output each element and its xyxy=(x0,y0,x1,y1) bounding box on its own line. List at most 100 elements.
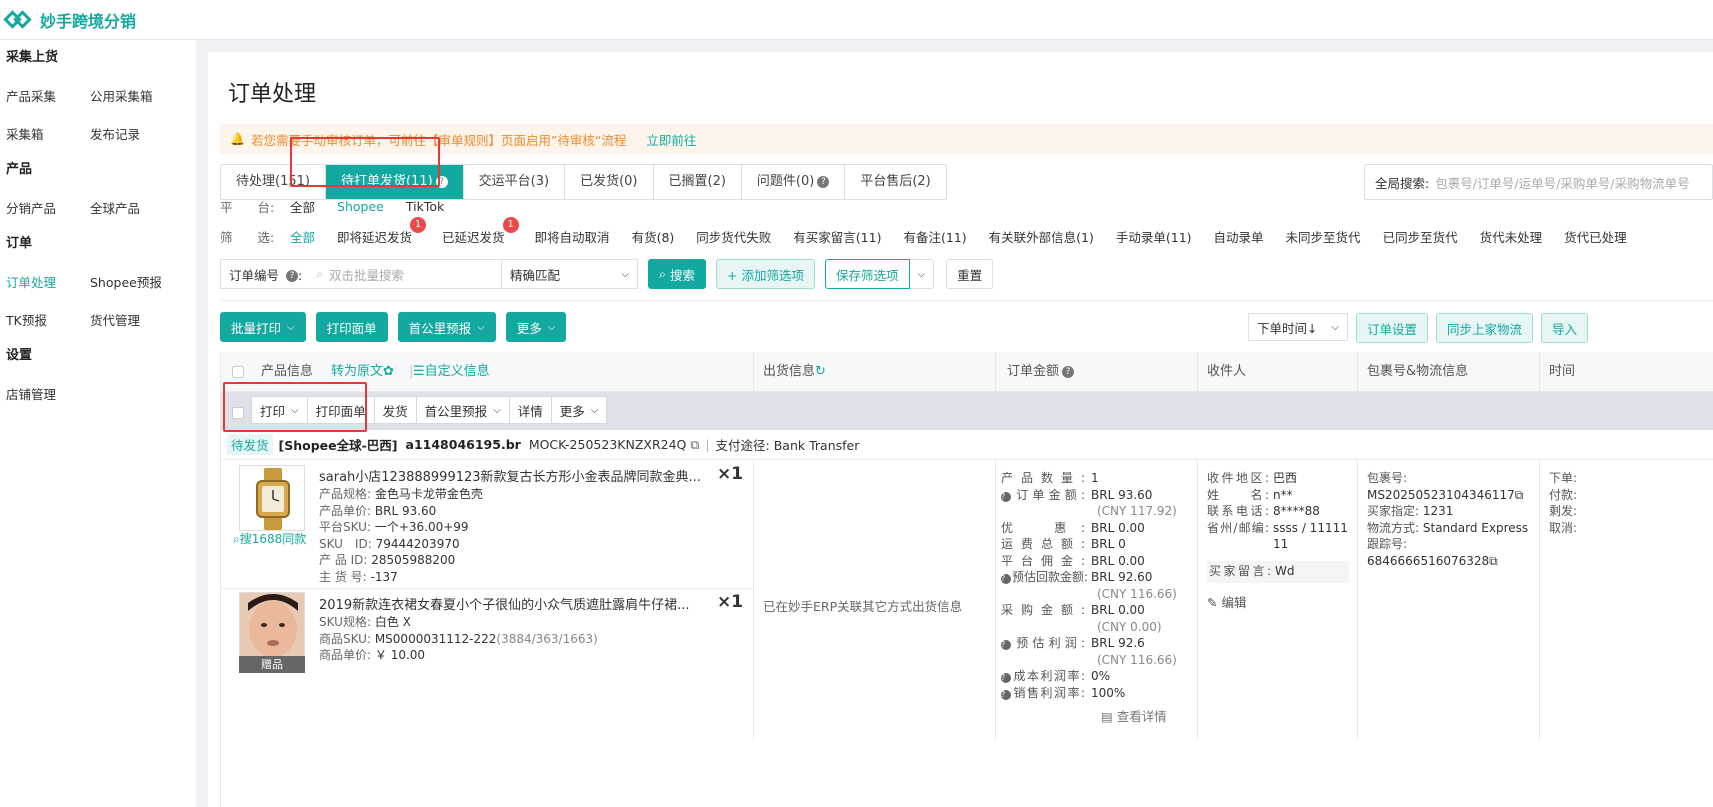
filter-option[interactable]: 自动录单 xyxy=(1214,227,1264,246)
column-separator xyxy=(1197,352,1198,392)
attribute-row: 主 货 号: -137 xyxy=(319,569,483,586)
help-icon: ? xyxy=(1062,365,1075,378)
sidebar-item[interactable]: 店铺管理 xyxy=(6,384,90,403)
reset-button[interactable]: 重置 xyxy=(946,259,994,289)
attribute-row: 商品单价: ￥ 10.00 xyxy=(319,647,598,664)
tracking-label: 跟踪号: xyxy=(1367,537,1408,551)
tab-4[interactable]: 已搁置(2) xyxy=(654,165,742,199)
save-filter-button[interactable]: 保存筛选项 xyxy=(824,259,910,289)
platform-option[interactable]: Shopee xyxy=(337,199,384,214)
receiver-row: 收件地区: 巴西 xyxy=(1207,470,1349,487)
search-1688-link[interactable]: ⌕搜1688同款 xyxy=(233,530,306,547)
screen-filter: 筛 选: 全部 即将延迟发货 1 已延迟发货 1 即将自动取消 有货(8) 同步货代失败 有买家留… xyxy=(220,217,1649,246)
tracking-number-value: 6846666516076328 xyxy=(1367,553,1490,568)
chevron-down-icon: ⌵ xyxy=(547,321,556,333)
search-button[interactable]: ⌕ 搜索 xyxy=(648,259,707,289)
view-detail-link[interactable]: ▤ 查看详情 xyxy=(1101,706,1167,725)
copy-icon[interactable]: ⧉ xyxy=(1489,554,1498,568)
checkbox[interactable] xyxy=(232,365,244,378)
sidebar-item[interactable]: 发布记录 xyxy=(90,124,190,143)
amount-value: 100% xyxy=(1091,685,1126,700)
filter-option-label: 已延迟发货 xyxy=(442,230,505,245)
filter-option[interactable]: 有货(8) xyxy=(632,227,675,246)
product-title[interactable]: sarah小店123888999123新款复古长方形小金表品牌同款金典... xyxy=(319,466,701,485)
search-icon: ⌕ xyxy=(316,266,323,281)
copy-icon[interactable]: ⧉ xyxy=(690,437,699,453)
filter-option[interactable]: 已同步至货代 xyxy=(1383,227,1458,246)
attribute-value: MS0000031112-222 xyxy=(374,631,497,646)
sidebar-item[interactable]: TK预报 xyxy=(6,310,90,329)
sidebar-item[interactable]: 全球产品 xyxy=(90,198,190,217)
import-button[interactable]: 导入 xyxy=(1541,313,1589,343)
tab-2[interactable]: 交运平台(3) xyxy=(464,165,566,199)
tab-6[interactable]: 平台售后(2) xyxy=(845,165,945,199)
platform-option[interactable]: 全部 xyxy=(290,197,315,216)
sidebar-item[interactable]: 货代管理 xyxy=(90,310,190,329)
filter-option[interactable]: 即将延迟发货 1 xyxy=(337,217,427,246)
sub-action-button[interactable]: 发货 xyxy=(373,396,416,424)
copy-icon[interactable]: ⧉ xyxy=(1515,488,1524,502)
filter-option-label: 已同步至货代 xyxy=(1382,230,1458,245)
package-code: MOCK-250523KNZXR24Q xyxy=(528,437,687,452)
filter-option[interactable]: 有买家留言(11) xyxy=(793,227,881,246)
filter-option[interactable]: 有备注(11) xyxy=(903,227,966,246)
product-thumbnail-watch[interactable] xyxy=(239,465,305,531)
add-filter-button[interactable]: + 添加筛选项 xyxy=(716,259,815,289)
sub-action-button[interactable]: 更多 ⌵ xyxy=(550,396,608,424)
tab-label: 已发货(0) xyxy=(580,174,638,189)
row-separator xyxy=(221,588,753,589)
sidebar-item[interactable]: Shopee预报 xyxy=(90,272,190,291)
sidebar-item[interactable]: 产品采集 xyxy=(6,86,90,105)
filter-option[interactable]: 即将自动取消 xyxy=(535,227,610,246)
receiver-key xyxy=(1207,536,1273,553)
view-detail-label: 查看详情 xyxy=(1116,709,1167,724)
sort-value: 下单时间↓ xyxy=(1257,320,1318,336)
edit-button[interactable]: ✎ 编辑 xyxy=(1207,595,1349,612)
first-mile-button[interactable]: 首公里预报 ⌵ xyxy=(397,312,496,342)
sidebar-item[interactable]: 公用采集箱 xyxy=(90,86,190,105)
filter-option[interactable]: 已延迟发货 1 xyxy=(442,217,519,246)
product-thumbnail-dress[interactable] xyxy=(239,592,305,658)
sidebar: 采集上货 产品采集 公用采集箱 采集箱 发布记录 产品 分销产品 全球产品 订单 订单处理 Shop… xyxy=(0,40,196,807)
tab-5[interactable]: 问题件(0)? xyxy=(742,165,846,199)
sub-action-button[interactable]: 详情 xyxy=(508,396,551,424)
order-settings-button[interactable]: 订单设置 xyxy=(1356,313,1429,343)
search-icon: ⌕ xyxy=(659,266,667,281)
platform-option[interactable]: TikTok xyxy=(406,199,444,214)
sidebar-item[interactable]: 订单处理 xyxy=(6,272,90,291)
attribute-value: ￥ 10.00 xyxy=(374,648,426,662)
shop-name: [Shopee全球-巴西] xyxy=(278,438,398,453)
app-name: 妙手跨境分销 xyxy=(40,11,137,31)
sub-action-button[interactable]: 首公里预报 ⌵ xyxy=(415,396,509,424)
filter-option[interactable]: 同步货代失败 xyxy=(696,227,771,246)
sidebar-group-title: 采集上货 xyxy=(6,50,59,65)
product-title[interactable]: 2019新款连衣裙女春夏小个子很仙的小众气质遮肚露肩牛仔裙... xyxy=(319,594,689,613)
amount-key-text: 销售利润率: xyxy=(1012,685,1085,700)
filter-option[interactable]: 货代已处理 xyxy=(1564,227,1627,246)
filter-option[interactable]: 未同步至货代 xyxy=(1286,227,1361,246)
sidebar-item[interactable]: 采集箱 xyxy=(6,124,90,143)
sidebar-item[interactable]: 分销产品 xyxy=(6,198,90,217)
sort-select[interactable]: 下单时间↓ ⌵ xyxy=(1248,313,1348,341)
match-mode-select[interactable]: 精确匹配 ⌵ xyxy=(501,260,637,288)
batch-print-button[interactable]: 批量打印 ⌵ xyxy=(220,312,306,342)
time-info: 下单: 付款: 剩发: 取消: xyxy=(1549,470,1577,536)
sync-logistics-button[interactable]: 同步上家物流 xyxy=(1436,313,1534,343)
print-label-button[interactable]: 打印面单 xyxy=(315,312,388,342)
filter-option[interactable]: 有关联外部信息(1) xyxy=(989,227,1094,246)
order-no-field[interactable]: 订单编号 ?: ⌕ 双击批量搜索 精确匹配 ⌵ xyxy=(220,259,638,289)
attribute-row: 产品单价: BRL 93.60 xyxy=(319,503,483,520)
refresh-icon[interactable]: ↻ xyxy=(815,364,826,379)
amount-cny: (CNY 0.00) xyxy=(1097,619,1162,634)
logistics-method-label: 物流方式: xyxy=(1367,520,1420,535)
filter-option[interactable]: 全部 xyxy=(290,227,315,246)
global-search[interactable]: 全局搜索: 包裹号/订单号/运单号/采购单号/采购物流单号 xyxy=(1364,164,1713,200)
order-number[interactable]: a1148046195.br xyxy=(406,437,521,452)
filter-option[interactable]: 手动录单(11) xyxy=(1116,227,1192,246)
save-filter-dropdown[interactable]: ⌵ xyxy=(909,259,935,289)
filter-option[interactable]: 货代未处理 xyxy=(1480,227,1543,246)
notice-link[interactable]: 立即前往 xyxy=(646,130,696,149)
more-button[interactable]: 更多 ⌵ xyxy=(505,312,567,342)
tab-3[interactable]: 已发货(0) xyxy=(565,165,654,199)
custom-info-link[interactable]: ☰自定义信息 xyxy=(413,352,490,392)
